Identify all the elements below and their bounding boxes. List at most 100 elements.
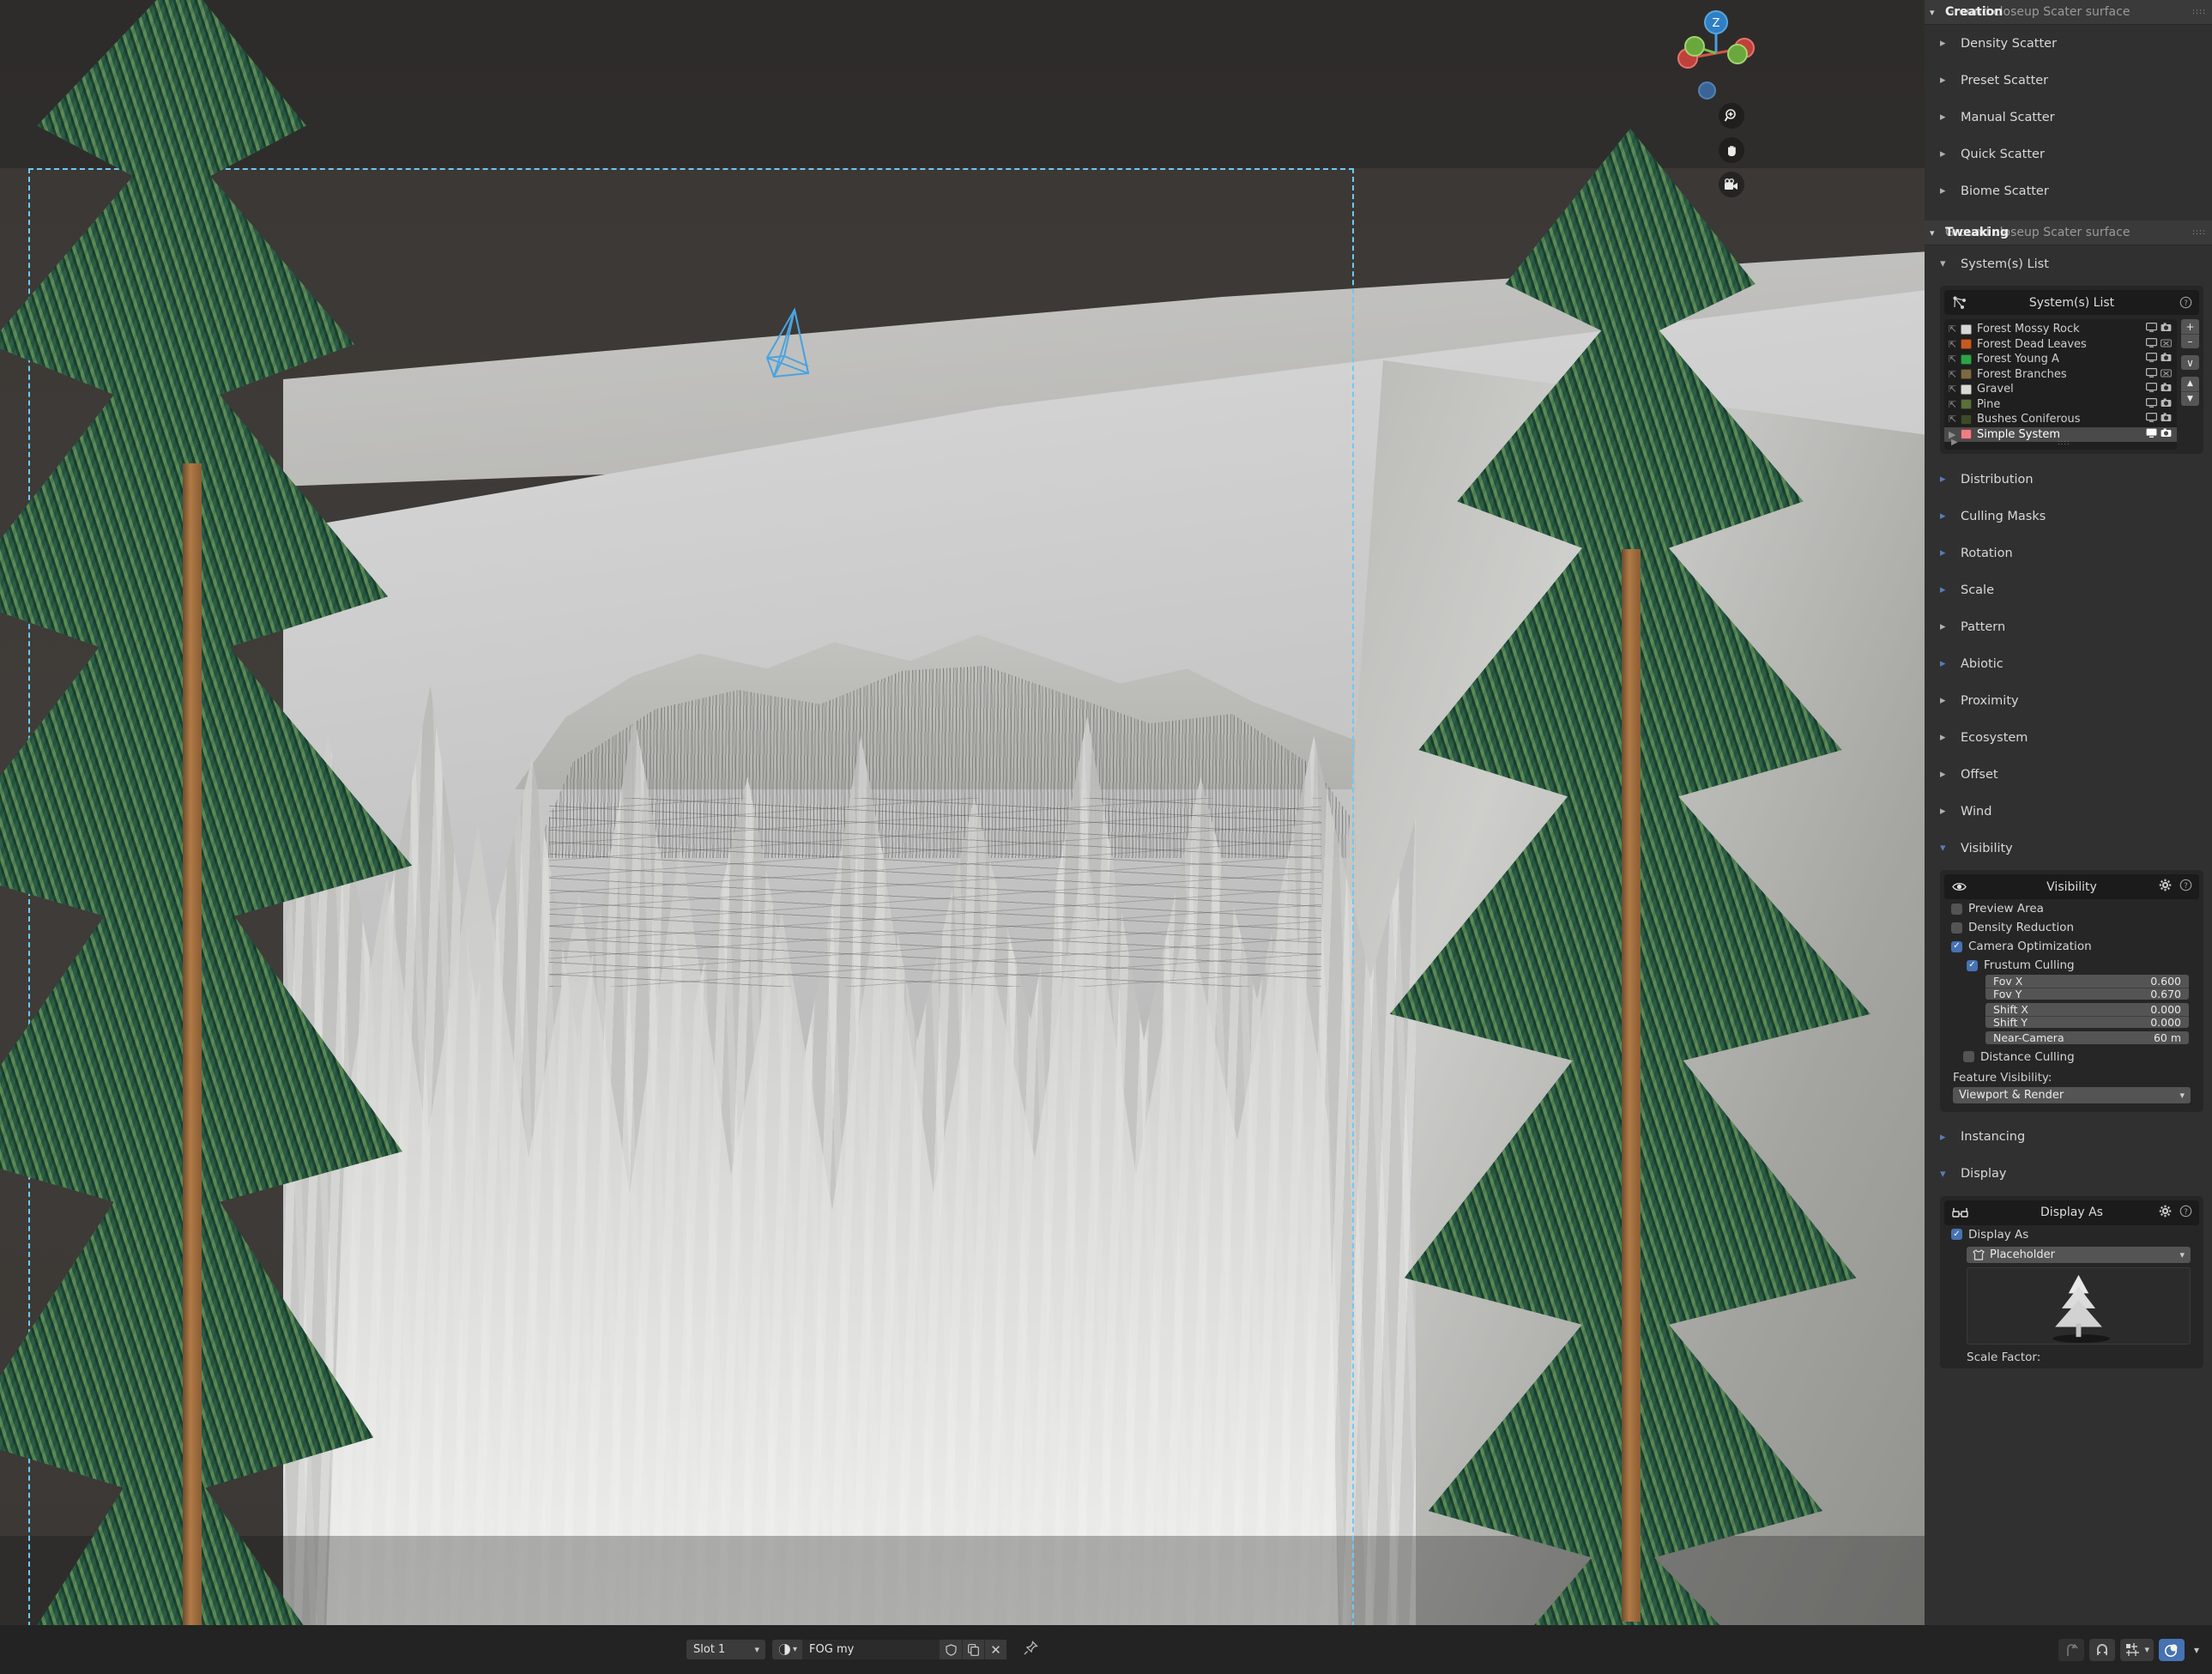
checkbox-icon[interactable] [1951, 903, 1962, 915]
3d-viewport[interactable]: Z [0, 0, 1925, 1625]
checkbox-checked-icon[interactable]: ✓ [1967, 959, 1978, 971]
row-rotation[interactable]: ▸ Rotation [1925, 535, 2212, 571]
material-sphere-icon[interactable]: ▾ [772, 1643, 802, 1656]
systems-list[interactable]: ⇱ Forest Mossy Rock ⇱ Forest Dead Leaves… [1944, 319, 2177, 450]
system-color-swatch[interactable] [1961, 323, 1972, 335]
render-visibility-icon[interactable] [2161, 353, 2172, 366]
render-visibility-off-icon[interactable] [2161, 338, 2172, 351]
systems-list-footer[interactable]: ▶ :::: [1944, 436, 2177, 448]
panel-grip-icon[interactable]: :::: [2192, 8, 2205, 15]
add-system-button[interactable]: + [2181, 319, 2199, 334]
list-item[interactable]: ⇱ Gravel [1944, 382, 2177, 397]
viewport-camera-button[interactable] [1719, 172, 1744, 197]
camera-object-wireframe[interactable] [755, 305, 815, 382]
list-item[interactable]: ⇱ Pine [1944, 397, 2177, 413]
move-system-down-button[interactable]: ▼ [2181, 391, 2199, 406]
value-shift-x[interactable]: Shift X 0.000 [1985, 1003, 2189, 1016]
render-visibility-icon[interactable] [2161, 383, 2172, 396]
gizmo-negative-z-ball[interactable] [1698, 82, 1716, 100]
systems-list-menu-button[interactable]: ∨ [2181, 355, 2199, 370]
row-biome-scatter[interactable]: ▸ Biome Scatter [1925, 172, 2212, 209]
row-pattern[interactable]: ▸ Pattern [1925, 608, 2212, 645]
feature-visibility-dropdown[interactable]: Viewport & Render ▾ [1953, 1086, 2191, 1103]
panel-grip-icon[interactable]: :::: [2192, 228, 2205, 236]
proportional-falloff-dropdown[interactable]: ▾ [2190, 1639, 2203, 1661]
checkbox-display-as[interactable]: ✓ Display As [1944, 1225, 2199, 1244]
row-ecosystem[interactable]: ▸ Ecosystem [1925, 719, 2212, 756]
value-fov-y[interactable]: Fov Y 0.670 [1985, 987, 2189, 1000]
material-slot-dropdown[interactable]: Slot 1 ▾ [686, 1640, 765, 1659]
viewport-visibility-icon[interactable] [2146, 383, 2158, 396]
checkbox-camera-optimization[interactable]: ✓ Camera Optimization [1944, 937, 2199, 956]
row-distribution[interactable]: ▸ Distribution [1925, 461, 2212, 498]
row-visibility[interactable]: ▾ Visibility [1925, 830, 2212, 867]
row-scale[interactable]: ▸ Scale [1925, 571, 2212, 608]
list-item[interactable]: ⇱ Forest Branches [1944, 367, 2177, 383]
checkbox-checked-icon[interactable]: ✓ [1951, 1229, 1962, 1240]
row-systems-list[interactable]: ▾ System(s) List [1925, 245, 2212, 282]
creation-panel-header[interactable]: ▾ Ground closeup Scater surface Creation… [1925, 0, 2212, 25]
row-instancing[interactable]: ▸ Instancing [1925, 1119, 2212, 1156]
value-shift-y[interactable]: Shift Y 0.000 [1985, 1015, 2189, 1029]
tweaking-panel-header[interactable]: ▾ Ground closeup Scater surface Tweaking… [1925, 221, 2212, 245]
help-icon[interactable]: ? [2179, 296, 2192, 309]
checkbox-icon[interactable] [1963, 1051, 1974, 1062]
resize-grip-icon[interactable]: :::: [2058, 438, 2070, 446]
checkbox-frustum-culling[interactable]: ✓ Frustum Culling [1944, 956, 2199, 975]
pin-icon[interactable] [1024, 1641, 1038, 1659]
system-color-swatch[interactable] [1961, 354, 1972, 365]
row-proximity[interactable]: ▸ Proximity [1925, 682, 2212, 719]
material-name-field[interactable]: FOG my [802, 1640, 940, 1659]
row-abiotic[interactable]: ▸ Abiotic [1925, 645, 2212, 682]
snap-target-button[interactable]: ▾ [2120, 1638, 2154, 1661]
move-system-up-button[interactable]: ▲ [2181, 377, 2199, 391]
system-color-swatch[interactable] [1961, 399, 1972, 410]
row-quick-scatter[interactable]: ▸ Quick Scatter [1925, 136, 2212, 172]
system-color-swatch[interactable] [1961, 339, 1972, 350]
list-item[interactable]: ⇱ Forest Young A [1944, 352, 2177, 367]
viewport-pan-button[interactable] [1719, 137, 1744, 163]
system-color-swatch[interactable] [1961, 369, 1972, 380]
viewport-visibility-icon[interactable] [2146, 337, 2158, 351]
row-preset-scatter[interactable]: ▸ Preset Scatter [1925, 62, 2212, 99]
row-manual-scatter[interactable]: ▸ Manual Scatter [1925, 99, 2212, 136]
duplicate-material-button[interactable] [962, 1640, 985, 1659]
list-item[interactable]: ⇱ Bushes Coniferous [1944, 412, 2177, 427]
gear-icon[interactable] [2159, 1205, 2172, 1221]
help-icon[interactable]: ? [2179, 879, 2192, 895]
display-as-dropdown[interactable]: Placeholder ▾ [1967, 1246, 2191, 1263]
system-color-swatch[interactable] [1961, 414, 1972, 425]
fake-user-button[interactable] [940, 1640, 963, 1659]
render-visibility-off-icon[interactable] [2161, 368, 2172, 381]
expand-triangle-icon[interactable]: ▶ [1951, 438, 1958, 447]
row-display[interactable]: ▾ Display [1925, 1156, 2212, 1193]
help-icon[interactable]: ? [2179, 1205, 2192, 1221]
checkbox-icon[interactable] [1951, 922, 1962, 934]
row-density-scatter[interactable]: ▸ Density Scatter [1925, 25, 2212, 62]
viewport-visibility-icon[interactable] [2146, 413, 2158, 426]
proportional-editing-button[interactable] [2158, 1638, 2185, 1661]
row-wind[interactable]: ▸ Wind [1925, 793, 2212, 830]
render-visibility-icon[interactable] [2161, 413, 2172, 426]
viewport-visibility-icon[interactable] [2146, 353, 2158, 366]
render-visibility-icon[interactable] [2161, 323, 2172, 335]
row-offset[interactable]: ▸ Offset [1925, 756, 2212, 793]
row-culling-masks[interactable]: ▸ Culling Masks [1925, 498, 2212, 535]
list-item[interactable]: ⇱ Forest Dead Leaves [1944, 337, 2177, 353]
viewport-visibility-icon[interactable] [2146, 397, 2158, 411]
checkbox-checked-icon[interactable]: ✓ [1951, 940, 1962, 952]
value-near-camera[interactable]: Near-Camera 60 m [1985, 1031, 2189, 1044]
viewport-visibility-icon[interactable] [2146, 367, 2158, 381]
gear-icon[interactable] [2159, 879, 2172, 895]
snap-magnet-button[interactable] [2089, 1638, 2116, 1661]
unlink-material-button[interactable]: ✕ [984, 1640, 1007, 1659]
value-fov-x[interactable]: Fov X 0.600 [1985, 975, 2189, 988]
parent-up-button[interactable] [2058, 1638, 2085, 1661]
render-visibility-icon[interactable] [2161, 398, 2172, 411]
checkbox-preview-area[interactable]: Preview Area [1944, 899, 2199, 918]
list-item[interactable]: ⇱ Forest Mossy Rock [1944, 322, 2177, 337]
viewport-zoom-button[interactable] [1719, 103, 1744, 129]
navigation-gizmo[interactable]: Z [1669, 9, 1763, 76]
system-color-swatch[interactable] [1961, 384, 1972, 395]
checkbox-distance-culling[interactable]: Distance Culling [1944, 1048, 2199, 1067]
